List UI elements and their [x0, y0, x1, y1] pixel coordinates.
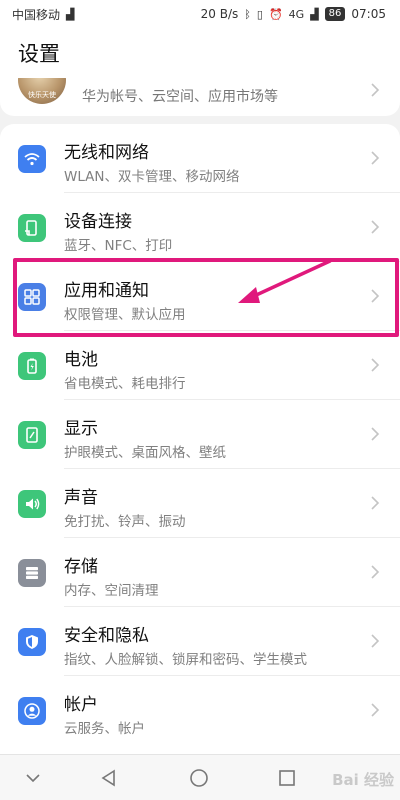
settings-item-title: 设备连接 [64, 212, 132, 232]
settings-item-subtitle: WLAN、双卡管理、移动网络 [64, 169, 240, 185]
settings-item-subtitle: 内存、空间清理 [64, 583, 159, 599]
chevron-right-icon [368, 148, 382, 168]
watermark: Bai 经验 [332, 771, 394, 789]
network-speed: 20 B/s [200, 7, 239, 21]
navigation-bar: Bai 经验 [0, 754, 400, 800]
account-subtitle: 华为帐号、云空间、应用市场等 [82, 89, 278, 105]
chevron-right-icon [368, 493, 382, 513]
settings-item-title: 显示 [64, 419, 98, 439]
chevron-right-icon [368, 700, 382, 720]
settings-item-title: 帐户 [64, 695, 98, 715]
settings-item-title: 存储 [64, 557, 98, 577]
settings-item-subtitle: 护眼模式、桌面风格、壁纸 [64, 445, 226, 461]
device-connect-icon [18, 214, 46, 242]
vibrate-icon: ▯ [256, 7, 263, 21]
settings-item-subtitle: 免打扰、铃声、振动 [64, 514, 186, 530]
settings-list: 无线和网络 WLAN、双卡管理、移动网络 设备连接 蓝牙、NFC、打印 应用和通… [0, 124, 400, 754]
settings-item-subtitle: 云服务、帐户 [64, 721, 145, 737]
page-title: 设置 [18, 42, 60, 66]
display-icon [18, 421, 46, 449]
status-bar: 中国移动 ▟ 20 B/s ᛒ ▯ ⏰ 4G ▟ 86 07:05 [0, 0, 400, 28]
chevron-right-icon [368, 631, 382, 651]
chevron-right-icon [368, 562, 382, 582]
settings-item-battery[interactable]: 电池 省电模式、耗电排行 [0, 331, 400, 400]
speaker-icon [18, 490, 46, 518]
home-icon[interactable] [188, 767, 210, 789]
settings-item-title: 无线和网络 [64, 143, 149, 163]
chevron-right-icon [368, 355, 382, 375]
settings-item-sound[interactable]: 声音 免打扰、铃声、振动 [0, 469, 400, 538]
settings-item-storage[interactable]: 存储 内存、空间清理 [0, 538, 400, 607]
chevron-down-icon[interactable] [22, 767, 44, 789]
highlight-box [13, 258, 399, 337]
chevron-right-icon [368, 217, 382, 237]
battery-level: 86 [324, 7, 346, 21]
settings-item-subtitle: 指纹、人脸解锁、锁屏和密码、学生模式 [64, 652, 307, 668]
shield-icon [18, 628, 46, 656]
battery-icon [18, 352, 46, 380]
status-left: 中国移动 ▟ [12, 6, 74, 23]
recent-apps-icon[interactable] [276, 767, 298, 789]
settings-item-title: 电池 [64, 350, 98, 370]
alarm-icon: ⏰ [268, 7, 283, 21]
settings-item-title: 安全和隐私 [64, 626, 149, 646]
wifi-icon [18, 145, 46, 173]
avatar-caption: 快乐天使 [28, 91, 56, 99]
account-icon [18, 697, 46, 725]
header: 设置 [0, 28, 400, 78]
network-type: 4G [288, 7, 305, 21]
avatar: 快乐天使 [18, 78, 66, 104]
account-entry[interactable]: 快乐天使 华为帐号、云空间、应用市场等 [0, 78, 400, 116]
settings-item-subtitle: 蓝牙、NFC、打印 [64, 238, 173, 254]
settings-item-title: 声音 [64, 488, 98, 508]
carrier-label: 中国移动 [12, 7, 61, 22]
cell-signal-icon: ▟ [310, 7, 319, 21]
settings-item-subtitle: 省电模式、耗电排行 [64, 376, 186, 392]
status-right: 20 B/s ᛒ ▯ ⏰ 4G ▟ 86 07:05 [201, 7, 386, 21]
bluetooth-icon: ᛒ [244, 7, 251, 21]
settings-item-display[interactable]: 显示 护眼模式、桌面风格、壁纸 [0, 400, 400, 469]
signal-icon: ▟ [66, 7, 75, 21]
clock: 07:05 [351, 7, 386, 21]
settings-item-wireless[interactable]: 无线和网络 WLAN、双卡管理、移动网络 [0, 124, 400, 193]
chevron-right-icon [368, 424, 382, 444]
chevron-right-icon [368, 80, 382, 100]
settings-item-account[interactable]: 帐户 云服务、帐户 [0, 676, 400, 745]
settings-item-device-connection[interactable]: 设备连接 蓝牙、NFC、打印 [0, 193, 400, 262]
annotation-arrow [238, 259, 332, 303]
storage-icon [18, 559, 46, 587]
back-icon[interactable] [98, 767, 120, 789]
settings-item-security-privacy[interactable]: 安全和隐私 指纹、人脸解锁、锁屏和密码、学生模式 [0, 607, 400, 676]
